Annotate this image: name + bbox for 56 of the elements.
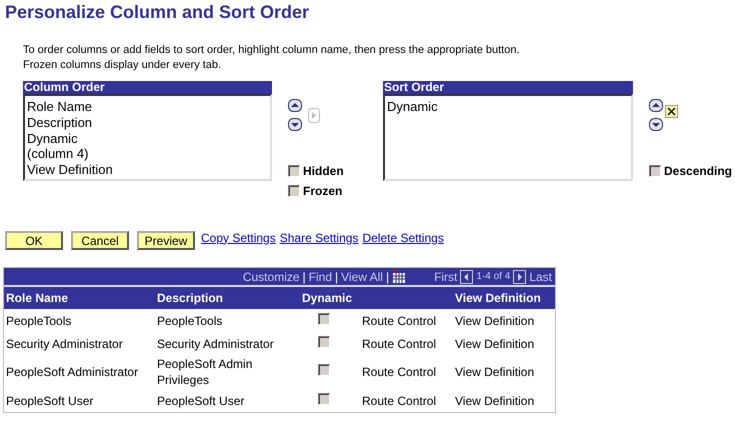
checkbox-label: Hidden <box>303 163 344 180</box>
move-up-icon[interactable] <box>288 99 302 112</box>
table-cell: View Definition <box>453 309 555 332</box>
table-cell: PeopleTools <box>155 309 300 332</box>
last-link[interactable]: Last <box>529 268 552 286</box>
sort-list[interactable]: Dynamic <box>383 94 633 181</box>
action-button[interactable]: Preview <box>137 231 195 250</box>
first-link[interactable]: First <box>434 268 458 286</box>
action-button[interactable]: OK <box>5 231 63 250</box>
settings-link[interactable]: Delete Settings <box>362 228 444 246</box>
remove-icon[interactable] <box>665 104 678 118</box>
separator-text: | <box>302 268 306 286</box>
next-icon[interactable] <box>513 270 526 284</box>
separator-text: | <box>335 268 338 286</box>
settings-link[interactable]: Copy Settings <box>201 228 276 246</box>
list-header: Column Order <box>23 81 272 94</box>
table-cell-text: Security Administrator <box>156 336 275 352</box>
action-button[interactable]: Cancel <box>71 231 129 250</box>
toolbar-link[interactable]: Find <box>308 268 332 286</box>
table-cell-text: PeopleSoft Administrator <box>5 364 140 381</box>
page-range: 1-4 of 4 <box>476 270 510 284</box>
table-cell-text: PeopleSoft User <box>5 392 94 410</box>
column-header: View Definition <box>453 287 555 309</box>
table-cell-text: PeopleSoft User <box>156 392 246 410</box>
move-down-icon[interactable] <box>649 118 663 131</box>
table-cell-text: Security Administrator <box>5 336 124 352</box>
settings-link[interactable]: Share Settings <box>280 228 358 246</box>
toolbar-link[interactable]: Customize <box>242 268 300 286</box>
move-up-icon[interactable] <box>649 99 663 112</box>
checkbox-label: Frozen <box>303 183 342 200</box>
table-cell: Route Control <box>360 309 453 332</box>
table-cell-text: View Definition <box>454 364 536 381</box>
table-cell-text: View Definition <box>454 392 536 410</box>
separator-text: | <box>386 268 390 286</box>
column-header: Description <box>155 287 300 309</box>
page-title: Personalize Column and Sort Order <box>4 1 310 24</box>
instruction-text: To order columns or add fields to sort order, highlight column name, then press the appropriate button. <box>23 43 521 58</box>
toolbar-link[interactable]: View All <box>341 268 383 286</box>
column-header: Dynamic <box>300 287 360 309</box>
previous-icon[interactable] <box>460 270 474 284</box>
table-cell: PeopleTools <box>4 309 155 332</box>
column-list[interactable]: Role Name Description Dynamic (column 4) View Definition <box>23 94 272 181</box>
column-header: Role Name <box>4 287 155 309</box>
table-cell-text: Route Control <box>361 364 438 381</box>
grid-icon[interactable] <box>392 270 406 284</box>
table-cell-text: PeopleSoft Admin Privileges <box>156 356 254 389</box>
checkbox-label: Descending <box>664 163 732 180</box>
list-header: Sort Order <box>383 81 633 94</box>
checkbox[interactable] <box>649 165 661 177</box>
instruction-text: Frozen columns display under every tab. <box>23 58 222 73</box>
table-cell-text: View Definition <box>454 336 536 352</box>
table-cell-text: Route Control <box>361 336 438 352</box>
checkbox[interactable] <box>288 185 300 197</box>
checkbox[interactable] <box>288 165 300 177</box>
move-down-icon[interactable] <box>288 118 302 131</box>
table-cell-text: Route Control <box>361 392 438 410</box>
